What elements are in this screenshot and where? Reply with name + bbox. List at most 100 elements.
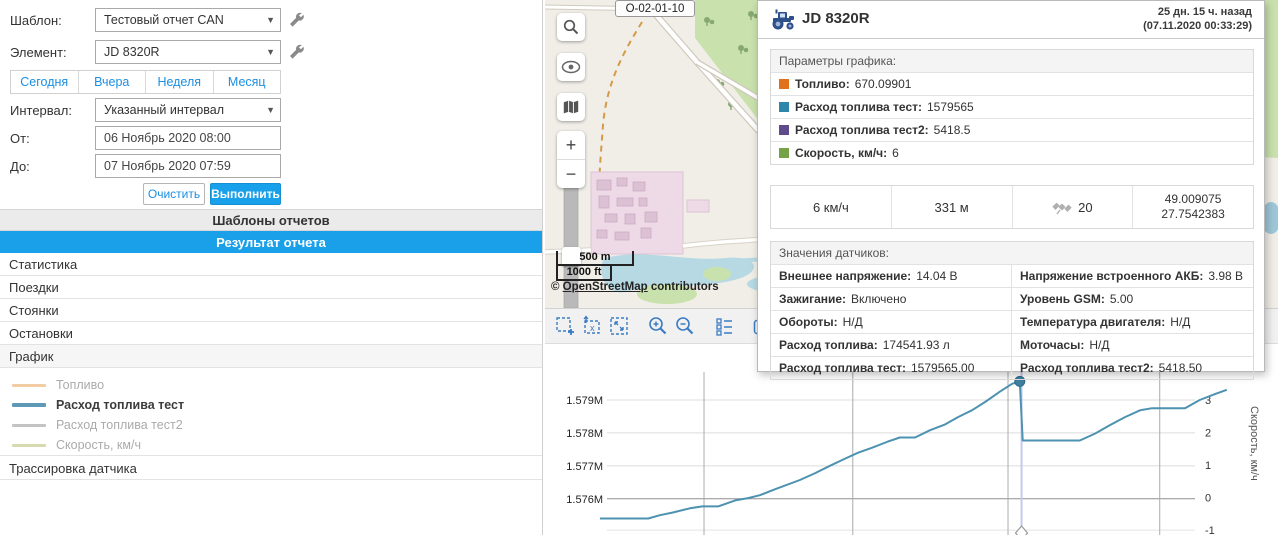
from-label: От:: [10, 131, 30, 146]
legend-label: Расход топлива тест: [56, 398, 184, 412]
section-parkings[interactable]: Стоянки: [0, 299, 542, 322]
fuel-color-swatch: [779, 79, 789, 89]
unit-stats-bar: 6 км/ч 331 м 20 49.009075 27.7542383: [770, 185, 1254, 229]
svg-text:Скорость, км/ч: Скорость, км/ч: [1248, 406, 1260, 481]
interval-select[interactable]: Указанный интервал ▼: [95, 98, 281, 122]
section-trips[interactable]: Поездки: [0, 276, 542, 299]
legend-item-fuel-consumption-test[interactable]: Расход топлива тест: [12, 396, 184, 414]
map-layers-button[interactable]: [557, 93, 585, 121]
table-row: Расход топлива тест:1579565.00 Расход то…: [771, 356, 1253, 379]
chart-zoom-area-button[interactable]: [553, 314, 577, 338]
chart-params-table: Параметры графика: Топливо: 670.09901 Ра…: [770, 49, 1254, 165]
svg-text:1: 1: [1205, 460, 1211, 472]
timestamp: (07.11.2020 00:33:29): [1143, 19, 1252, 33]
template-select[interactable]: Тестовый отчет CAN ▼: [95, 8, 281, 32]
svg-text:1.578M: 1.578M: [566, 428, 603, 440]
table-row: Обороты:Н/Д Температура двигателя:Н/Д: [771, 310, 1253, 333]
legend-line-swatch: [12, 384, 46, 387]
sensor-label: Напряжение встроенного АКБ:: [1020, 269, 1203, 283]
chart-legend-button[interactable]: [712, 314, 736, 338]
eye-icon: [561, 60, 581, 74]
range-week-button[interactable]: Неделя: [146, 71, 214, 93]
legend-item-fuel[interactable]: Топливо: [12, 376, 104, 394]
sensor-label: Расход топлива тест2:: [1020, 361, 1154, 375]
app-window: Шаблон: Тестовый отчет CAN ▼ Элемент: JD…: [0, 0, 1278, 535]
sensor-label: Обороты:: [779, 315, 838, 329]
clear-button[interactable]: Очистить: [143, 183, 205, 205]
sensor-value: 14.04 В: [916, 269, 957, 283]
param-row-fuel-test2: Расход топлива тест2: 5418.5: [771, 118, 1253, 141]
sensor-value: Н/Д: [1170, 315, 1190, 329]
element-select[interactable]: JD 8320R ▼: [95, 40, 281, 64]
element-select-value: JD 8320R: [104, 45, 160, 59]
chart-legend: Топливо Расход топлива тест Расход топли…: [0, 368, 542, 456]
speed-cell: 6 км/ч: [771, 186, 892, 228]
table-row: Зажигание:Включено Уровень GSM:5.00: [771, 287, 1253, 310]
chart-fit-button[interactable]: [607, 314, 631, 338]
svg-text:2: 2: [1205, 428, 1211, 440]
param-value: 5418.5: [934, 123, 971, 137]
interval-select-value: Указанный интервал: [104, 103, 224, 117]
range-today-button[interactable]: Сегодня: [11, 71, 79, 93]
param-row-fuel-test: Расход топлива тест: 1579565: [771, 95, 1253, 118]
speed-color-swatch: [779, 148, 789, 158]
report-result-tab-active[interactable]: Результат отчета: [0, 231, 542, 253]
map-icon: [561, 99, 581, 115]
openstreetmap-link[interactable]: OpenStreetMap: [563, 281, 648, 293]
map-zoom-control: + −: [557, 131, 585, 188]
section-stops[interactable]: Остановки: [0, 322, 542, 345]
sensor-label: Зажигание:: [779, 292, 846, 306]
zoom-out-button[interactable]: −: [557, 160, 585, 188]
sensor-label: Уровень GSM:: [1020, 292, 1105, 306]
param-label: Расход топлива тест2:: [795, 123, 929, 137]
attribution-suffix: contributors: [648, 281, 719, 293]
table-row: Внешнее напряжение: 14.04 В Напряжение вс…: [771, 264, 1253, 287]
to-date-input[interactable]: [95, 154, 281, 178]
quick-range-group: Сегодня Вчера Неделя Месяц: [10, 70, 281, 94]
sensor-label: Расход топлива:: [779, 338, 878, 352]
legend-item-speed[interactable]: Скорость, км/ч: [12, 436, 141, 454]
legend-line-swatch: [12, 424, 46, 427]
sensor-value: 1579565.00: [911, 361, 974, 375]
longitude: 27.7542383: [1161, 207, 1224, 222]
chart-zoom-in-button[interactable]: [646, 314, 670, 338]
altitude-cell: 331 м: [892, 186, 1013, 228]
attribution-copyright: ©: [551, 281, 563, 293]
execute-button[interactable]: Выполнить: [210, 183, 281, 205]
map-scale-imperial: 1000 ft: [556, 266, 612, 281]
sensor-value: 174541.93 л: [883, 338, 950, 352]
legend-line-swatch: [12, 403, 46, 407]
section-chart[interactable]: График: [0, 345, 542, 368]
chart-zoom-out-button[interactable]: [673, 314, 697, 338]
to-label: До:: [10, 159, 30, 174]
element-settings-wrench-icon[interactable]: [287, 42, 305, 60]
param-label: Расход топлива тест:: [795, 100, 922, 114]
range-month-button[interactable]: Месяц: [214, 71, 281, 93]
param-value: 1579565: [927, 100, 974, 114]
chart-params-header: Параметры графика:: [771, 50, 1253, 72]
map-visibility-button[interactable]: [557, 53, 585, 81]
map-scale-metric: 500 m: [556, 251, 634, 266]
last-message-time: 25 дн. 15 ч. назад (07.11.2020 00:33:29): [1143, 5, 1252, 33]
report-panel: Шаблон: Тестовый отчет CAN ▼ Элемент: JD…: [0, 0, 543, 535]
map-search-button[interactable]: [557, 13, 585, 41]
chart-zoom-x-button[interactable]: x: [580, 314, 604, 338]
fuel-test2-color-swatch: [779, 125, 789, 135]
sensor-label: Моточасы:: [1020, 338, 1084, 352]
template-settings-wrench-icon[interactable]: [287, 10, 305, 28]
sensor-label: Температура двигателя:: [1020, 315, 1165, 329]
legend-item-fuel-consumption-test2[interactable]: Расход топлива тест2: [12, 416, 183, 434]
sensor-value: 5418.50: [1159, 361, 1202, 375]
map-area-label: O-02-01-10: [615, 0, 695, 17]
report-templates-header[interactable]: Шаблоны отчетов: [0, 209, 542, 231]
chevron-down-icon: ▼: [266, 99, 275, 121]
zoom-in-button[interactable]: +: [557, 131, 585, 159]
range-yesterday-button[interactable]: Вчера: [79, 71, 147, 93]
time-ago: 25 дн. 15 ч. назад: [1143, 5, 1252, 19]
section-sensor-tracing[interactable]: Трассировка датчика: [0, 457, 542, 480]
unit-name: JD 8320R: [802, 10, 870, 27]
sensor-label: Внешнее напряжение:: [779, 269, 911, 283]
section-statistics[interactable]: Статистика: [0, 253, 542, 276]
from-date-input[interactable]: [95, 126, 281, 150]
latitude: 49.009075: [1165, 192, 1222, 207]
